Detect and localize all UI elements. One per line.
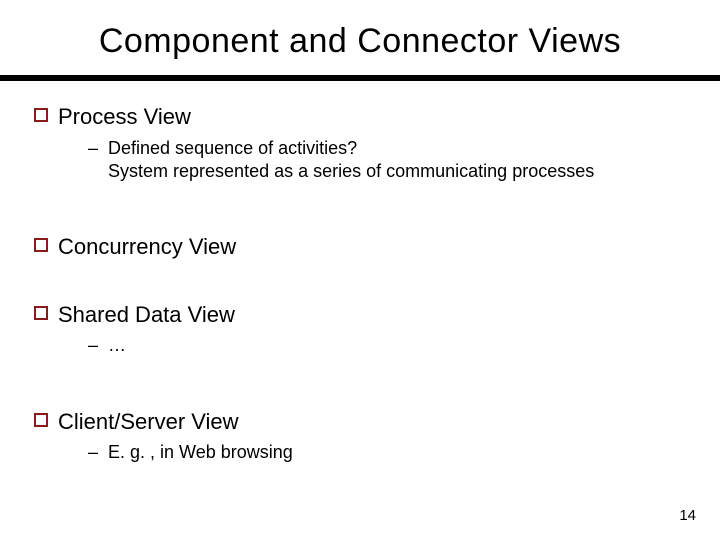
spacer [34,193,686,217]
sub-item: – … [88,334,686,357]
square-bullet-icon [34,238,48,252]
dash-icon: – [88,441,98,464]
sub-text-line1: Defined sequence of activities? [108,138,357,158]
sub-list-client-server-view: – E. g. , in Web browsing [88,441,686,464]
spacer [34,261,686,285]
square-bullet-icon [34,413,48,427]
page-number: 14 [679,507,696,524]
bullet-label: Shared Data View [58,301,235,329]
bullet-label: Process View [58,103,191,131]
bullet-label: Concurrency View [58,233,236,261]
bullet-label: Client/Server View [58,408,239,436]
bullet-client-server-view: Client/Server View [34,408,686,436]
sub-text: … [108,334,126,357]
square-bullet-icon [34,108,48,122]
sub-list-process-view: – Defined sequence of activities? System… [88,137,686,184]
slide: Component and Connector Views Process Vi… [0,0,720,540]
dash-icon: – [88,137,98,160]
sub-list-shared-data-view: – … [88,334,686,357]
bullet-process-view: Process View [34,103,686,131]
sub-text-line2: System represented as a series of commun… [108,161,594,181]
sub-text: E. g. , in Web browsing [108,441,293,464]
sub-item: – Defined sequence of activities? System… [88,137,686,184]
sub-item: – E. g. , in Web browsing [88,441,686,464]
dash-icon: – [88,334,98,357]
sub-text: Defined sequence of activities? System r… [108,137,594,184]
slide-content: Process View – Defined sequence of activ… [0,81,720,465]
slide-title: Component and Connector Views [0,0,720,75]
square-bullet-icon [34,306,48,320]
bullet-concurrency-view: Concurrency View [34,233,686,261]
bullet-shared-data-view: Shared Data View [34,301,686,329]
spacer [34,368,686,392]
